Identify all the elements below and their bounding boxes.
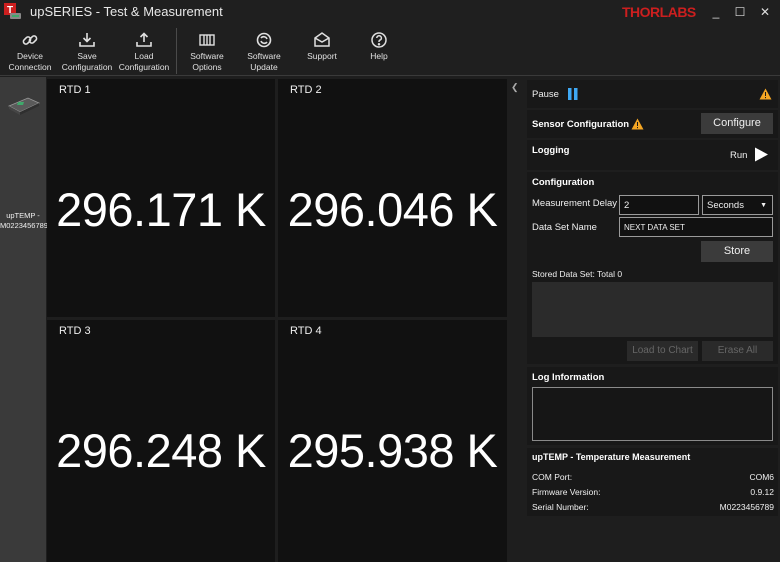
envelope-icon (314, 32, 330, 47)
stored-data-set-list[interactable] (532, 282, 773, 337)
refresh-icon (256, 32, 272, 48)
pause-label: Pause (532, 89, 559, 100)
run-play-icon[interactable] (754, 147, 769, 162)
device-info-title: upTEMP - Temperature Measurement (532, 452, 691, 462)
minimize-button[interactable]: _ (703, 2, 729, 22)
chevron-down-icon: ▼ (760, 201, 767, 209)
rtd-title: RTD 2 (290, 84, 322, 96)
run-label: Run (730, 150, 748, 161)
link-icon (22, 35, 38, 45)
warning-icon (631, 118, 644, 130)
rtd-title: RTD 4 (290, 325, 322, 337)
rtd-value: 295.938 K (287, 424, 498, 477)
software-update-button[interactable]: Software Update (237, 24, 291, 76)
data-set-name-input[interactable]: NEXT DATA SET (619, 217, 773, 237)
device-connection-button[interactable]: Device Connection (2, 24, 58, 76)
brand-logo: THORLABS (622, 4, 696, 20)
pause-section: Pause (527, 80, 778, 108)
rtd-title: RTD 3 (59, 325, 91, 337)
device-label: upTEMP - M0223456789 (0, 211, 48, 230)
info-row: Firmware Version: 0.9.12 (532, 487, 774, 497)
support-button[interactable]: Support (295, 24, 349, 76)
grid-icon (199, 34, 215, 46)
rtd-value: 296.046 K (287, 183, 498, 236)
device-icon (8, 97, 40, 115)
download-icon (79, 33, 95, 47)
log-information-box[interactable] (532, 387, 773, 441)
question-icon (371, 32, 387, 48)
erase-all-button[interactable]: Erase All (702, 341, 773, 361)
rtd-tile: RTD 2 296.046 K (278, 79, 507, 317)
measurement-delay-label: Measurement Delay (532, 198, 618, 209)
load-to-chart-button[interactable]: Load to Chart (627, 341, 698, 361)
toolbar: Device Connection Save Configuration Loa… (0, 24, 780, 76)
delay-unit-select[interactable]: Seconds ▼ (702, 195, 773, 215)
configuration-title: Configuration (532, 177, 595, 188)
warning-icon (759, 88, 772, 100)
app-logo-icon: T (4, 3, 21, 19)
measurement-delay-input[interactable]: 2 (619, 195, 699, 215)
data-set-name-label: Data Set Name (532, 222, 597, 233)
title-bar: T upSERIES - Test & Measurement THORLABS… (0, 0, 780, 24)
toolbar-divider (176, 28, 177, 74)
rtd-value: 296.248 K (56, 424, 266, 477)
store-button[interactable]: Store (701, 241, 773, 262)
window-title: upSERIES - Test & Measurement (30, 4, 223, 19)
rtd-tile: RTD 1 296.171 K (47, 79, 275, 317)
stored-data-set-label: Stored Data Set: Total 0 (532, 269, 623, 279)
rtd-title: RTD 1 (59, 84, 91, 96)
logging-title: Logging (532, 145, 570, 156)
rtd-tile: RTD 4 295.938 K (278, 320, 507, 562)
software-options-button[interactable]: Software Options (180, 24, 234, 76)
pause-icon[interactable] (567, 88, 579, 100)
maximize-button[interactable]: ☐ (727, 2, 753, 22)
log-information-title: Log Information (532, 372, 605, 383)
logging-section: Logging Run (527, 140, 778, 170)
device-list-panel: upTEMP - M0223456789 (0, 77, 48, 562)
sensor-configuration-title: Sensor Configuration (532, 119, 630, 130)
close-button[interactable]: ✕ (752, 2, 778, 22)
rtd-value: 296.171 K (56, 183, 266, 236)
save-configuration-button[interactable]: Save Configuration (60, 24, 114, 76)
info-row: Serial Number: M0223456789 (532, 502, 774, 512)
help-button[interactable]: Help (352, 24, 406, 76)
collapse-panel-button[interactable]: ❮ (511, 82, 519, 93)
configure-button[interactable]: Configure (701, 113, 773, 134)
info-row: COM Port: COM6 (532, 472, 774, 482)
load-configuration-button[interactable]: Load Configuration (116, 24, 172, 76)
upload-icon (136, 32, 152, 47)
rtd-tile: RTD 3 296.248 K (47, 320, 275, 562)
